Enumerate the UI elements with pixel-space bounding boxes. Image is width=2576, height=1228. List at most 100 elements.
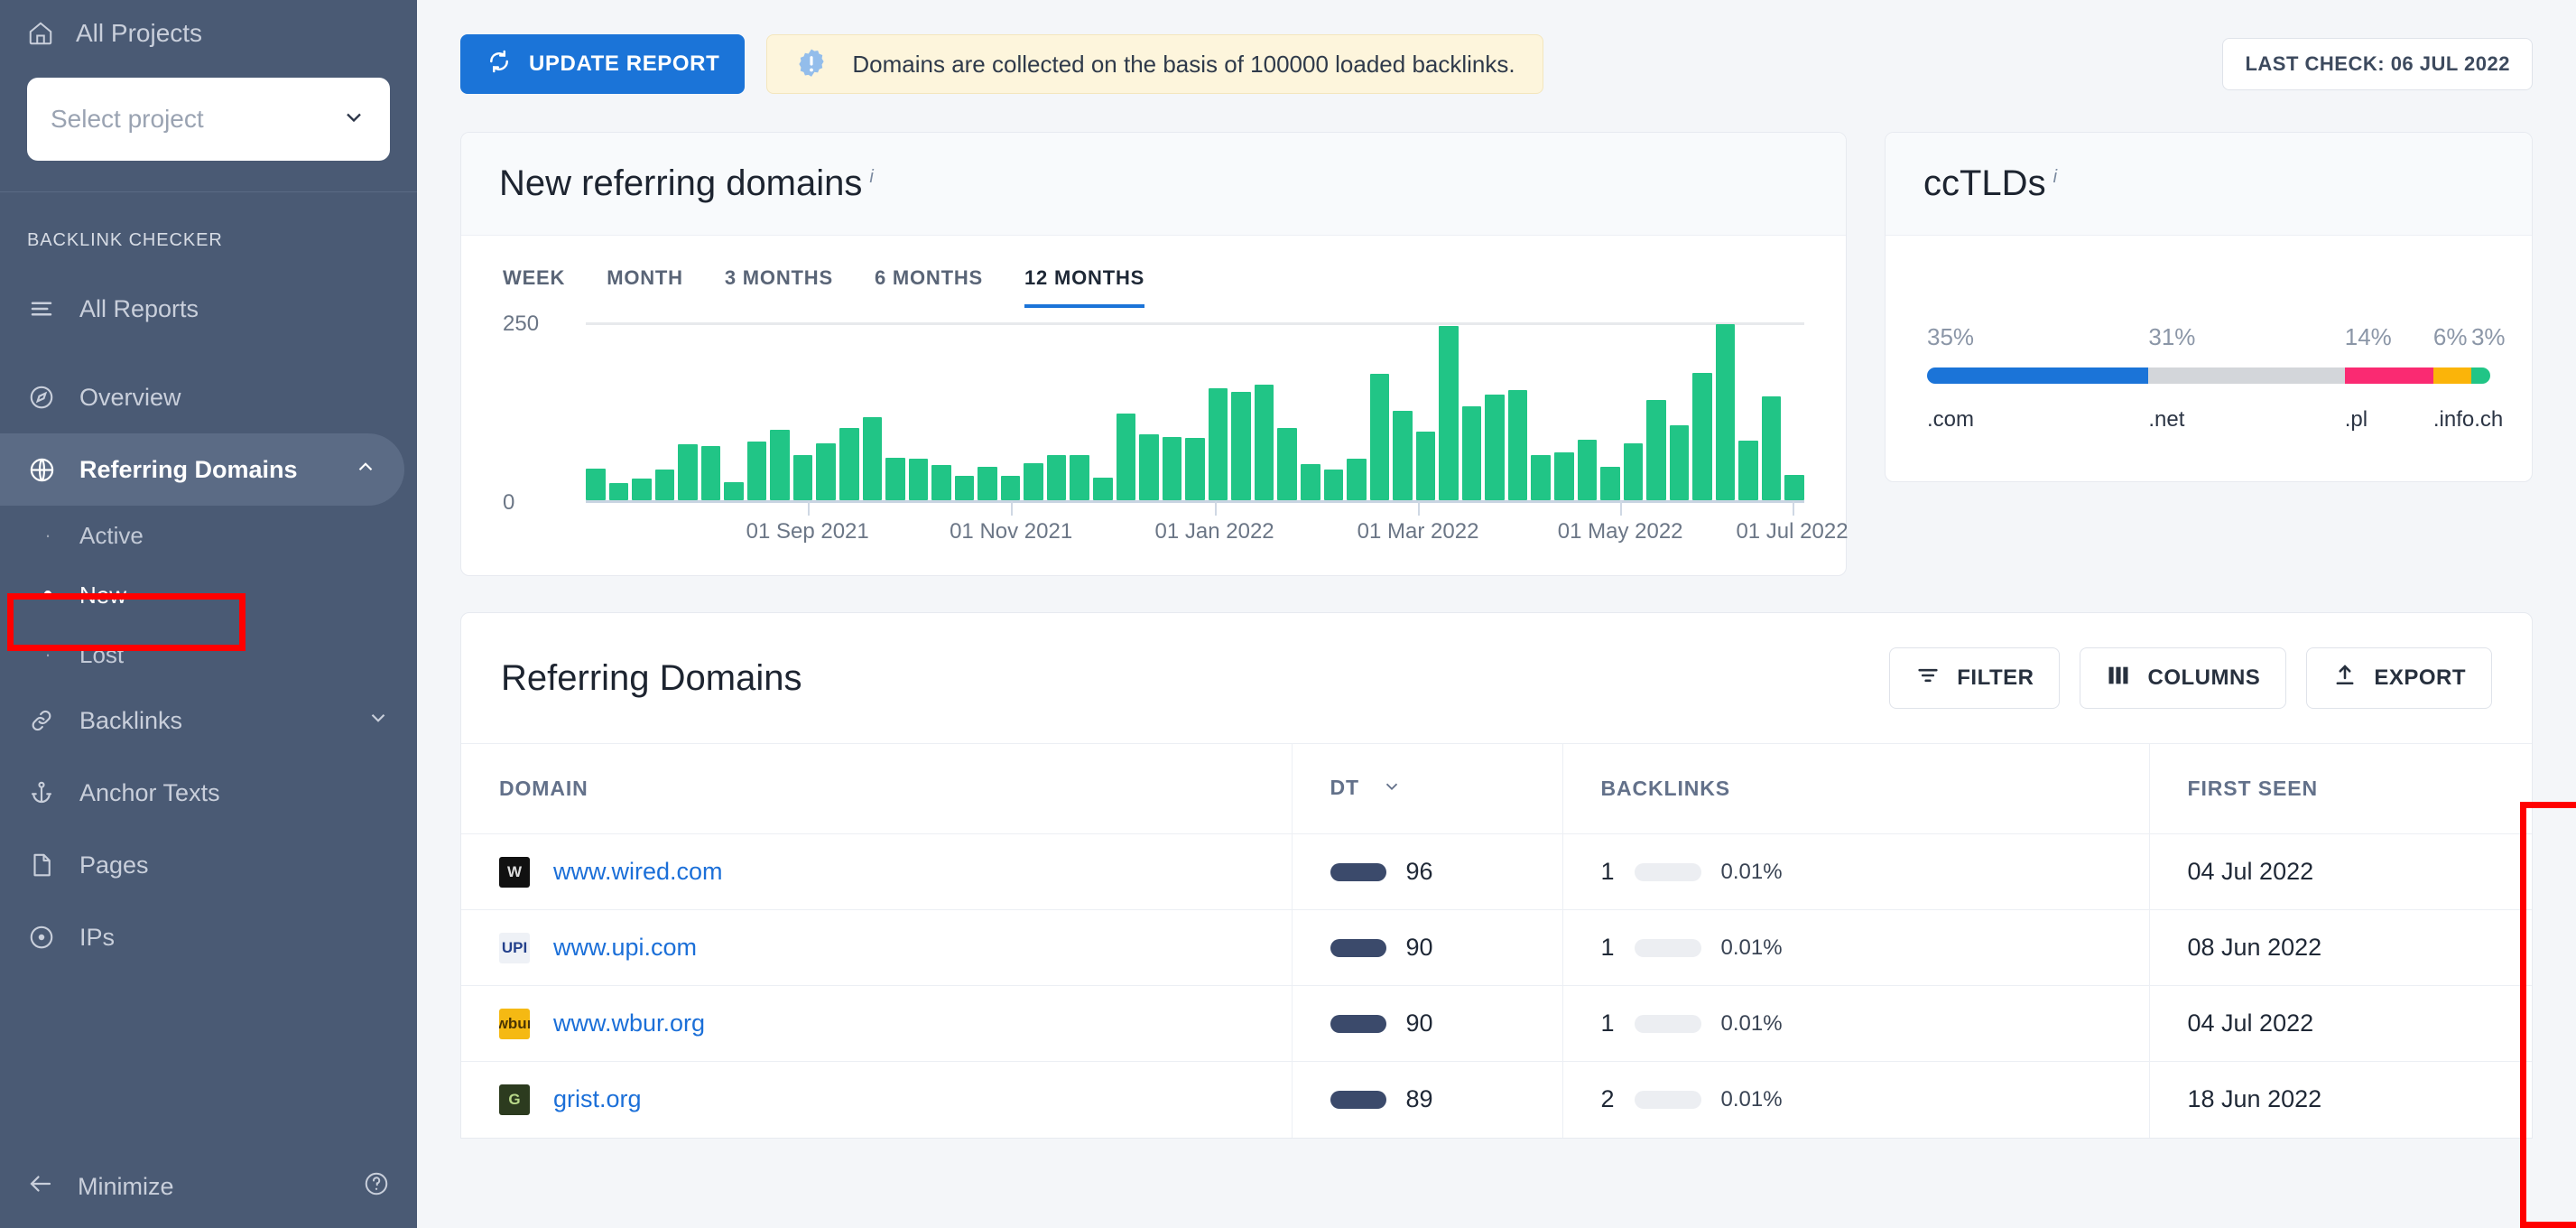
bar[interactable] bbox=[1231, 392, 1251, 500]
bar[interactable] bbox=[586, 469, 606, 500]
bar[interactable] bbox=[1369, 373, 1390, 500]
bar[interactable] bbox=[1139, 433, 1159, 500]
bar[interactable] bbox=[1000, 476, 1021, 500]
bar[interactable] bbox=[654, 470, 675, 500]
bar[interactable] bbox=[931, 465, 951, 500]
bar[interactable] bbox=[1208, 388, 1228, 500]
bar[interactable] bbox=[1761, 395, 1782, 500]
cctld-segment[interactable] bbox=[2470, 367, 2490, 384]
bar[interactable] bbox=[816, 442, 837, 500]
sidebar-item-anchor-texts[interactable]: Anchor Texts bbox=[0, 757, 417, 829]
table-row[interactable]: wbur www.wbur.org 90 1 0.01% 04 Jul 2022 bbox=[461, 985, 2532, 1062]
bar[interactable] bbox=[1507, 389, 1528, 500]
sidebar-item-ips[interactable]: IPs bbox=[0, 901, 417, 973]
column-header-domain[interactable]: DOMAIN bbox=[461, 743, 1292, 834]
bar[interactable] bbox=[1323, 470, 1344, 500]
domain-link[interactable]: www.wired.com bbox=[553, 858, 723, 886]
bar[interactable] bbox=[978, 466, 997, 500]
bar[interactable] bbox=[1738, 440, 1758, 500]
sidebar-subitem-lost[interactable]: · Lost bbox=[0, 625, 417, 684]
bar[interactable] bbox=[632, 479, 652, 500]
bar[interactable] bbox=[1046, 454, 1067, 500]
tab-6-months[interactable]: 6 MONTHS bbox=[875, 266, 983, 308]
column-header-backlinks[interactable]: BACKLINKS bbox=[1561, 743, 2149, 834]
bar[interactable] bbox=[792, 455, 813, 500]
column-header-dt[interactable]: DT bbox=[1291, 743, 1562, 834]
bar[interactable] bbox=[1300, 463, 1320, 500]
bar[interactable] bbox=[862, 416, 883, 500]
bar[interactable] bbox=[1162, 436, 1182, 500]
bar[interactable] bbox=[1577, 440, 1598, 500]
bar[interactable] bbox=[1254, 384, 1274, 500]
sidebar-minimize[interactable]: Minimize bbox=[0, 1145, 417, 1228]
table-row[interactable]: Wwww.wired.com 96 1 0.01% 04 Jul 2022 bbox=[461, 833, 2532, 910]
sidebar-all-projects[interactable]: All Projects bbox=[27, 0, 390, 67]
bar[interactable] bbox=[1531, 455, 1551, 500]
bar[interactable] bbox=[1185, 438, 1205, 500]
filter-button[interactable]: FILTER bbox=[1889, 647, 2061, 709]
sidebar-subitem-active[interactable]: · Active bbox=[0, 506, 417, 565]
tab-month[interactable]: MONTH bbox=[607, 266, 683, 308]
bar[interactable] bbox=[1485, 395, 1505, 500]
bar[interactable] bbox=[1461, 405, 1482, 500]
bar[interactable] bbox=[885, 457, 905, 500]
bar[interactable] bbox=[724, 482, 744, 500]
bar[interactable] bbox=[1623, 442, 1644, 500]
bar[interactable] bbox=[1600, 466, 1620, 500]
tab-week[interactable]: WEEK bbox=[503, 266, 565, 308]
domain-link[interactable]: grist.org bbox=[553, 1085, 642, 1113]
target-icon bbox=[27, 923, 56, 952]
bar[interactable] bbox=[1093, 477, 1113, 500]
chevron-up-icon[interactable] bbox=[354, 455, 377, 485]
table-row[interactable]: UPI www.upi.com 90 1 0.01% 08 Jun 2022 bbox=[461, 909, 2532, 986]
info-icon[interactable]: i bbox=[2053, 167, 2057, 187]
bar[interactable] bbox=[1553, 452, 1574, 500]
sidebar-item-all-reports[interactable]: All Reports bbox=[0, 273, 417, 345]
help-icon[interactable] bbox=[363, 1170, 390, 1204]
bar[interactable] bbox=[1669, 425, 1690, 500]
cctld-segment[interactable] bbox=[2148, 367, 2345, 384]
bar[interactable] bbox=[1277, 428, 1297, 500]
tab-12-months[interactable]: 12 MONTHS bbox=[1024, 266, 1145, 308]
info-icon[interactable]: i bbox=[869, 167, 873, 187]
sidebar-item-backlinks[interactable]: Backlinks bbox=[0, 684, 417, 757]
domain-link[interactable]: www.upi.com bbox=[553, 934, 697, 962]
sidebar-subitem-new[interactable]: • New bbox=[0, 565, 417, 625]
bar[interactable] bbox=[1024, 463, 1043, 500]
chevron-down-icon[interactable] bbox=[366, 706, 390, 736]
export-button[interactable]: EXPORT bbox=[2306, 647, 2492, 709]
domain-link[interactable]: www.wbur.org bbox=[553, 1009, 705, 1037]
update-report-button[interactable]: UPDATE REPORT bbox=[460, 34, 746, 94]
bar[interactable] bbox=[1070, 454, 1090, 500]
bar[interactable] bbox=[1415, 432, 1436, 500]
bar[interactable] bbox=[1784, 475, 1804, 500]
bar[interactable] bbox=[839, 427, 859, 500]
cctld-segment[interactable] bbox=[2344, 367, 2433, 384]
table-row[interactable]: Ggrist.org 89 2 0.01% 18 Jun 2022 bbox=[461, 1061, 2532, 1138]
bar[interactable] bbox=[908, 458, 929, 500]
project-select[interactable]: Select project bbox=[27, 78, 390, 161]
bar[interactable] bbox=[954, 476, 975, 500]
cctld-segment[interactable] bbox=[2432, 367, 2471, 384]
bar[interactable] bbox=[678, 443, 698, 500]
sidebar-item-pages[interactable]: Pages bbox=[0, 829, 417, 901]
bar[interactable] bbox=[1715, 324, 1736, 500]
bar[interactable] bbox=[1692, 372, 1712, 500]
bar[interactable] bbox=[1646, 399, 1666, 500]
sidebar-item-referring-domains[interactable]: Referring Domains bbox=[0, 433, 404, 506]
bar[interactable] bbox=[608, 483, 629, 500]
last-check-badge[interactable]: LAST CHECK: 06 JUL 2022 bbox=[2222, 38, 2533, 90]
tab-3-months[interactable]: 3 MONTHS bbox=[725, 266, 833, 308]
bar[interactable] bbox=[1393, 410, 1413, 500]
columns-button[interactable]: COLUMNS bbox=[2080, 647, 2287, 709]
column-header-first-seen[interactable]: FIRST SEEN bbox=[2148, 743, 2532, 834]
sidebar-item-overview[interactable]: Overview bbox=[0, 361, 417, 433]
cctld-segment[interactable] bbox=[1927, 367, 2149, 384]
bar[interactable] bbox=[1116, 413, 1136, 500]
chevron-down-icon[interactable] bbox=[1382, 777, 1402, 802]
bar[interactable] bbox=[770, 430, 790, 500]
bar[interactable] bbox=[746, 441, 767, 500]
bar[interactable] bbox=[1439, 325, 1459, 500]
bar[interactable] bbox=[1347, 459, 1367, 500]
bar[interactable] bbox=[700, 446, 721, 500]
